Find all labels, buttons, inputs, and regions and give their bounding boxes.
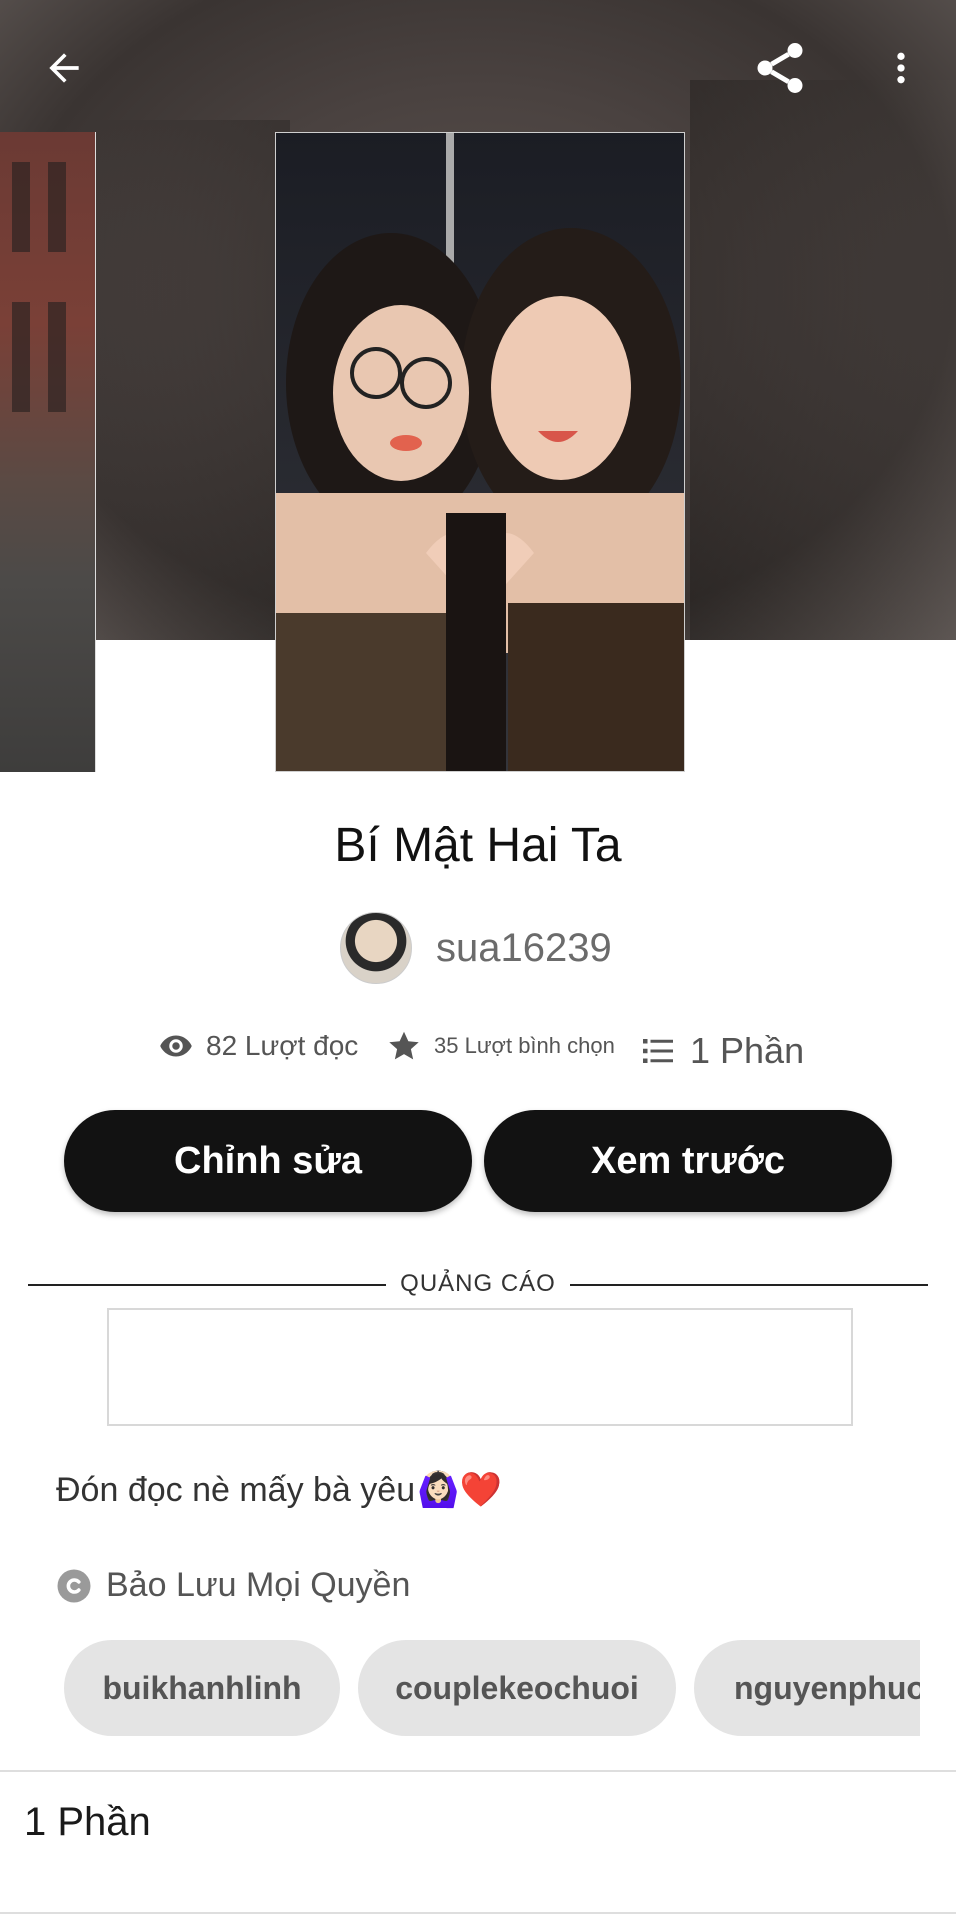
avatar[interactable] (340, 912, 412, 984)
cover-photo (276, 133, 684, 771)
copyright-text: Bảo Lưu Mọi Quyền (106, 1566, 411, 1604)
share-button[interactable] (744, 32, 816, 104)
hero-blur-right (690, 80, 956, 640)
tag-chip[interactable]: couplekeochuoi (358, 1640, 676, 1736)
reads-stat: 82 Lượt đọc (158, 1028, 358, 1064)
previous-story-cover[interactable] (0, 132, 96, 772)
author-username[interactable]: sua16239 (436, 926, 612, 971)
star-icon (389, 1031, 419, 1060)
share-icon (757, 43, 803, 93)
edit-button[interactable]: Chỉnh sửa (64, 1110, 472, 1212)
table-of-contents-link[interactable]: 1 Phần (24, 1800, 151, 1845)
eye-icon (160, 1035, 192, 1057)
story-description: Đón đọc nè mấy bà yêu 🙆🏻‍♀️❤️ (56, 1470, 502, 1510)
hero-blur-left (90, 120, 290, 640)
more-vertical-icon (897, 52, 905, 84)
ad-divider-right (570, 1284, 928, 1286)
copyright-row: Bảo Lưu Mọi Quyền (56, 1566, 410, 1605)
copyright-icon (57, 1569, 91, 1602)
preview-button[interactable]: Xem trước (484, 1110, 892, 1212)
parts-count: 1 Phần (690, 1030, 805, 1071)
story-cover-image (275, 132, 685, 772)
more-options-button[interactable] (865, 32, 937, 104)
reads-count: 82 Lượt đọc (206, 1030, 359, 1061)
votes-stat: 35 Lượt bình chọn (386, 1028, 615, 1064)
arrow-left-icon (49, 53, 79, 83)
description-text: Đón đọc nè mấy bà yêu (56, 1470, 416, 1509)
tag-chip[interactable]: buikhanhlinh (64, 1640, 340, 1736)
divider (0, 1912, 956, 1914)
story-title: Bí Mật Hai Ta (334, 819, 622, 872)
ad-banner[interactable] (107, 1308, 853, 1426)
divider (0, 1770, 956, 1772)
story-stats: 82 Lượt đọc 35 Lượt bình chọn 1 Phần (0, 1028, 956, 1072)
author-row[interactable]: sua16239 (340, 912, 612, 984)
parts-stat: 1 Phần (640, 1030, 804, 1072)
tag-chip[interactable]: nguyenphuo (694, 1640, 920, 1736)
ad-section-label: QUẢNG CÁO (0, 1270, 956, 1300)
back-button[interactable] (28, 32, 100, 104)
list-icon (643, 1039, 673, 1063)
description-emojis: 🙆🏻‍♀️❤️ (417, 1471, 502, 1509)
votes-count: 35 Lượt bình chọn (434, 1033, 615, 1058)
